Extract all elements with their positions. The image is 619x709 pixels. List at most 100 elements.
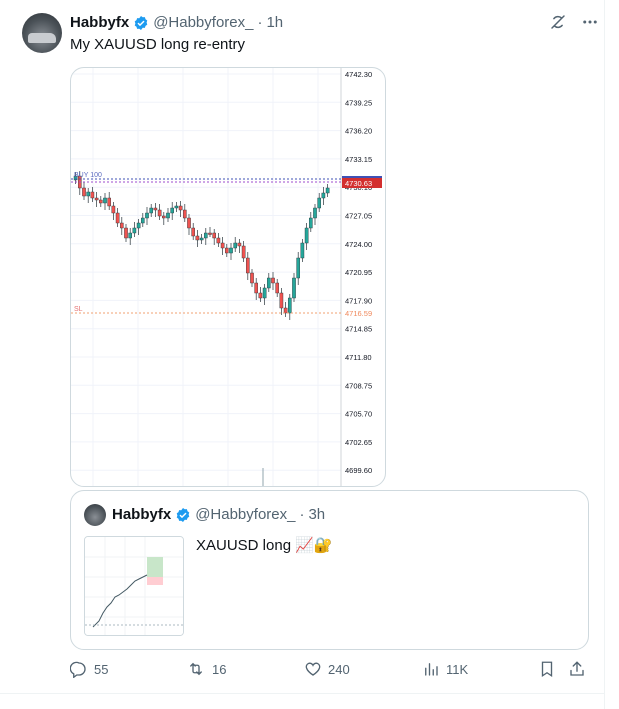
candle <box>145 212 149 219</box>
verified-icon <box>133 15 149 31</box>
views-count: 11K <box>446 661 469 677</box>
candle <box>308 217 313 229</box>
share-button[interactable] <box>568 660 586 678</box>
candle <box>195 235 200 241</box>
grok-icon[interactable] <box>549 13 567 36</box>
timeline-border <box>604 0 605 709</box>
price-axis-label: 4727.05 <box>345 212 372 221</box>
candle <box>153 207 158 211</box>
price-axis-label: 4702.65 <box>345 438 372 447</box>
like-button[interactable]: 240 <box>304 660 350 678</box>
header-separator: · <box>257 14 263 31</box>
sl-price-label: 4716.59 <box>345 309 372 318</box>
quote-text: XAUUSD long 📈🔐 <box>196 537 333 554</box>
candle <box>258 292 263 299</box>
candle <box>283 307 288 314</box>
candle <box>203 232 208 239</box>
price-axis-label: 4717.90 <box>345 296 372 305</box>
chart-image[interactable]: BUY 100 SL 4742.30 4739.25 4736.20 4733.15 4… <box>70 67 386 487</box>
candle <box>220 242 225 249</box>
verified-icon <box>175 507 191 523</box>
quote-author-name: Habbyfx <box>112 506 172 523</box>
candle <box>292 277 296 299</box>
candle <box>86 191 91 197</box>
sl-label: SL <box>74 306 83 313</box>
price-axis-label: 4714.85 <box>345 325 372 334</box>
avatar[interactable] <box>22 13 62 53</box>
quote-chart-thumbnail[interactable] <box>84 536 184 636</box>
author-name[interactable]: Habbyfx <box>70 13 129 33</box>
candle <box>262 287 267 299</box>
candle <box>266 277 271 289</box>
candle <box>275 282 280 294</box>
candle <box>161 215 166 219</box>
more-icon[interactable] <box>581 13 599 36</box>
quoted-tweet[interactable]: Habbyfx @Habbyforex_ · 3h XAUUSD long 📈🔐 <box>70 490 589 650</box>
views-button[interactable]: 11K <box>422 660 468 678</box>
candle <box>296 257 301 279</box>
action-bar: 55 16 240 11K <box>70 660 590 682</box>
candle <box>287 297 292 314</box>
repost-button[interactable]: 16 <box>186 660 226 678</box>
candle <box>199 237 204 241</box>
reply-button[interactable]: 55 <box>70 660 108 678</box>
candle <box>166 212 170 219</box>
candle <box>90 191 95 199</box>
quote-separator: · <box>299 506 305 523</box>
candle <box>124 227 128 239</box>
price-axis-label: 4739.25 <box>345 98 372 107</box>
candle <box>224 247 229 254</box>
candle <box>99 199 103 204</box>
repost-icon <box>186 660 206 678</box>
candle <box>271 277 275 284</box>
share-icon <box>568 660 586 678</box>
candle <box>250 272 254 284</box>
candle <box>325 187 330 194</box>
quote-time: 3h <box>308 506 326 523</box>
candle <box>170 207 174 214</box>
current-price-label: 4730.63 <box>345 179 372 188</box>
candle <box>187 217 191 229</box>
price-axis-label: 4724.00 <box>345 240 372 249</box>
reply-icon <box>70 660 88 678</box>
views-icon <box>422 660 440 678</box>
candle <box>128 232 132 239</box>
candle <box>304 227 309 244</box>
candle <box>82 187 86 197</box>
candle <box>107 197 111 207</box>
candle <box>157 209 162 217</box>
buy-label: BUY 100 <box>74 172 102 179</box>
tweet-time[interactable]: 1h <box>266 13 283 33</box>
candle <box>317 197 322 209</box>
tweet-top-actions <box>549 13 599 36</box>
candle <box>182 209 187 219</box>
reply-count: 55 <box>94 661 109 677</box>
candle <box>149 207 153 214</box>
candle <box>120 222 124 229</box>
candle <box>313 207 317 219</box>
author-handle[interactable]: @Habbyforex_ <box>153 13 253 33</box>
candle <box>237 242 242 247</box>
bookmark-button[interactable] <box>538 660 556 678</box>
avatar-car-image <box>28 33 56 43</box>
price-axis-label: 4699.60 <box>345 466 372 475</box>
quote-header: Habbyfx @Habbyforex_ · 3h <box>112 505 325 525</box>
tweet-divider <box>0 693 604 694</box>
thumbnail-chart <box>85 537 183 635</box>
candle <box>111 205 116 214</box>
price-axis-label: 4736.20 <box>345 127 372 136</box>
price-axis-label: 4708.75 <box>345 381 372 390</box>
candle <box>300 242 305 259</box>
candle <box>103 197 107 204</box>
repost-count: 16 <box>212 661 227 677</box>
price-axis-label: 4742.30 <box>345 70 372 79</box>
candle <box>191 227 195 237</box>
candle <box>208 232 212 235</box>
candle <box>279 292 284 309</box>
candle <box>254 282 259 294</box>
like-count: 240 <box>328 661 350 677</box>
quote-avatar[interactable] <box>84 504 106 526</box>
candle <box>115 212 120 224</box>
price-axis-label: 4711.80 <box>345 353 372 362</box>
candle <box>94 197 99 201</box>
